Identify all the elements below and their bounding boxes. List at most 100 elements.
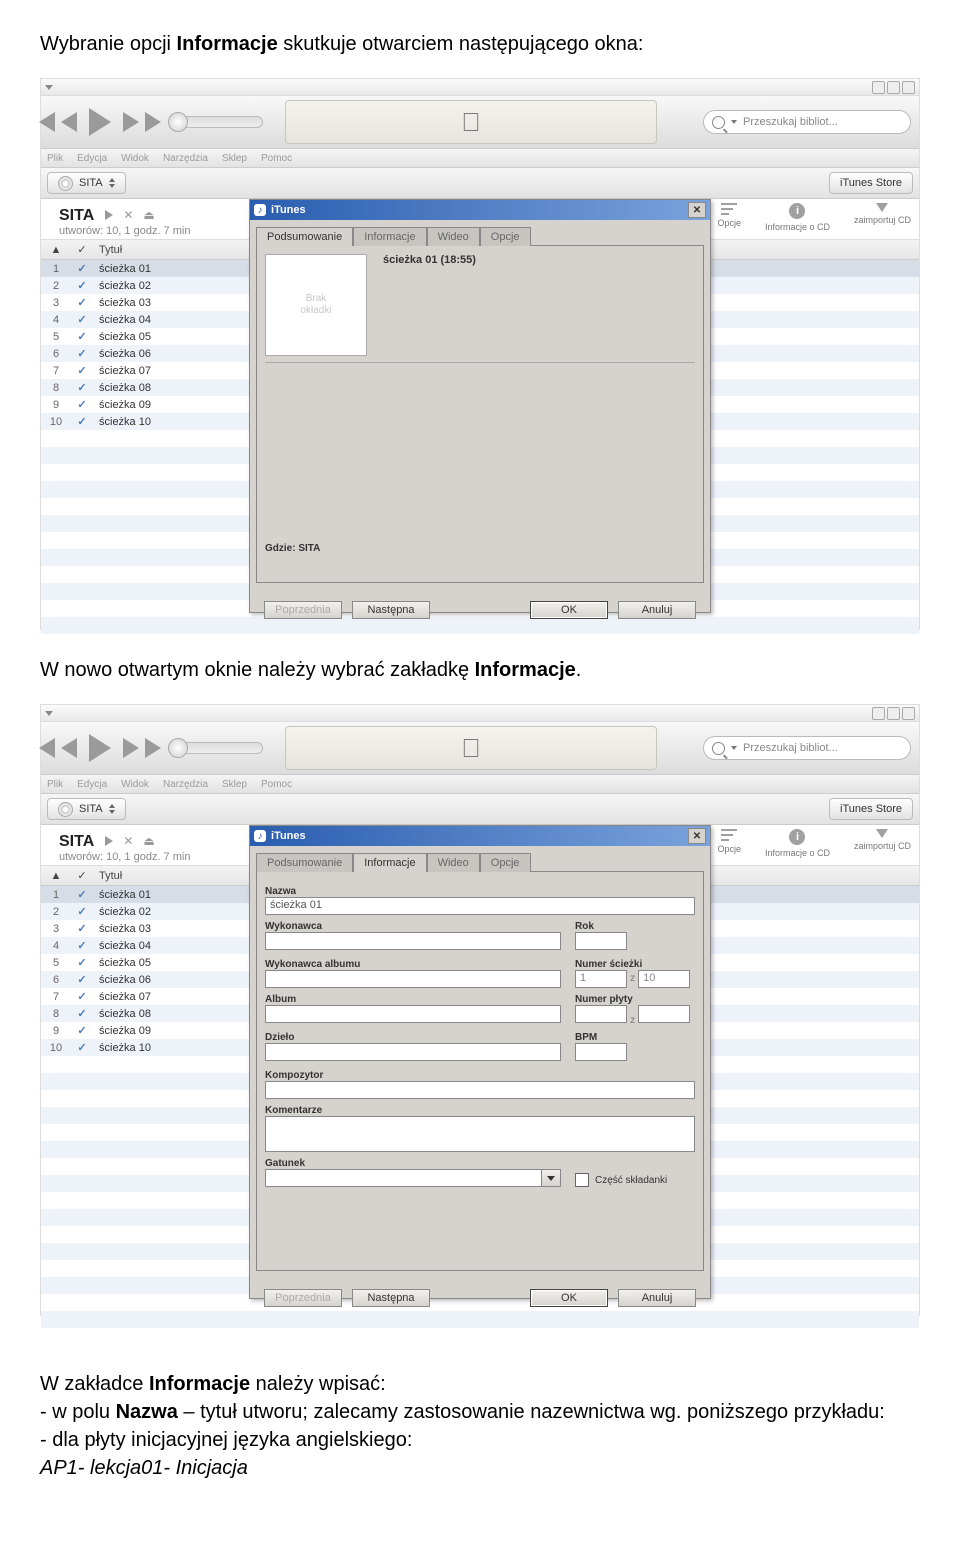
tab-wideo[interactable]: Wideo <box>427 853 480 872</box>
window-menu-caret[interactable] <box>45 85 53 90</box>
tab-opcje[interactable]: Opcje <box>480 227 531 246</box>
col-title[interactable]: Tytuł <box>93 244 122 256</box>
col-title[interactable]: Tytuł <box>93 870 122 882</box>
prev-track-button[interactable]: Poprzednia <box>264 1289 342 1307</box>
itunes-store-button[interactable]: iTunes Store <box>829 172 913 194</box>
next-track-button[interactable]: Następna <box>352 1289 430 1307</box>
maximize-button[interactable] <box>887 81 900 94</box>
menu-sklep[interactable]: Sklep <box>222 779 247 790</box>
search-input[interactable]: Przeszukaj bibliot... <box>703 736 911 760</box>
menu-narzedzia[interactable]: Narzędzia <box>163 153 208 164</box>
play-button[interactable] <box>89 734 111 762</box>
minimize-button[interactable] <box>872 707 885 720</box>
menu-pomoc[interactable]: Pomoc <box>261 153 292 164</box>
dialog-tabs: Podsumowanie Informacje Wideo Opcje <box>250 220 710 245</box>
tab-panel-summary: Brak okładki ścieżka 01 (18:55) Gdzie: S… <box>256 245 704 583</box>
menu-narzedzia[interactable]: Narzędzia <box>163 779 208 790</box>
maximize-button[interactable] <box>887 707 900 720</box>
cancel-button[interactable]: Anuluj <box>618 601 696 619</box>
menu-edycja[interactable]: Edycja <box>77 779 107 790</box>
input-album[interactable] <box>265 1005 561 1023</box>
input-bpm[interactable] <box>575 1043 627 1061</box>
input-wykonawca[interactable] <box>265 932 561 950</box>
tab-opcje[interactable]: Opcje <box>480 853 531 872</box>
player-bar:  Przeszukaj bibliot... <box>41 96 919 149</box>
close-button[interactable] <box>902 707 915 720</box>
label-bpm: BPM <box>575 1032 695 1043</box>
window-menu-caret[interactable] <box>45 711 53 716</box>
input-komentarze[interactable] <box>265 1116 695 1152</box>
volume-slider[interactable] <box>169 116 263 128</box>
tab-informacje[interactable]: Informacje <box>353 853 426 872</box>
chevron-down-icon <box>547 1176 555 1181</box>
prev-track-button[interactable]: Poprzednia <box>264 601 342 619</box>
menu-widok[interactable]: Widok <box>121 779 149 790</box>
dialog-tabs: Podsumowanie Informacje Wideo Opcje <box>250 846 710 871</box>
itunes-store-button[interactable]: iTunes Store <box>829 798 913 820</box>
menu-sklep[interactable]: Sklep <box>222 153 247 164</box>
tab-podsumowanie[interactable]: Podsumowanie <box>256 853 353 872</box>
cd-icon <box>58 176 73 191</box>
input-nazwa[interactable]: ścieżka 01 <box>265 897 695 915</box>
input-track-num[interactable]: 1 <box>575 970 627 988</box>
player-bar:  Przeszukaj bibliot... <box>41 722 919 775</box>
minimize-button[interactable] <box>872 81 885 94</box>
next-button[interactable] <box>123 738 151 758</box>
label-gatunek: Gatunek <box>265 1158 561 1169</box>
input-track-total[interactable]: 10 <box>638 970 690 988</box>
play-button[interactable] <box>89 108 111 136</box>
dialog-buttons: Poprzednia Następna OK Anuluj <box>250 591 710 629</box>
import-icon[interactable] <box>876 203 888 212</box>
shuffle-icon[interactable]: ✕ <box>123 834 133 848</box>
col-sort[interactable]: ▲ <box>41 870 71 882</box>
source-selector[interactable]: SITA <box>47 172 126 194</box>
ok-button[interactable]: OK <box>530 601 608 619</box>
options-icon[interactable] <box>721 829 737 841</box>
label-wykonawca-albumu: Wykonawca albumu <box>265 959 561 970</box>
gatunek-dropdown-button[interactable] <box>542 1169 561 1187</box>
dialog-titlebar[interactable]: ♪iTunes ✕ <box>250 826 710 846</box>
close-button[interactable] <box>902 81 915 94</box>
volume-slider[interactable] <box>169 742 263 754</box>
tab-informacje[interactable]: Informacje <box>353 227 426 246</box>
search-input[interactable]: Przeszukaj bibliot... <box>703 110 911 134</box>
input-gatunek[interactable] <box>265 1169 561 1187</box>
checkbox-skladanka[interactable] <box>575 1173 589 1187</box>
menu-pomoc[interactable]: Pomoc <box>261 779 292 790</box>
menu-plik[interactable]: Plik <box>47 779 63 790</box>
input-dzielo[interactable] <box>265 1043 561 1061</box>
menu-plik[interactable]: Plik <box>47 153 63 164</box>
col-sort[interactable]: ▲ <box>41 244 71 256</box>
play-all-icon[interactable] <box>105 210 113 220</box>
col-check[interactable]: ✓ <box>71 869 93 882</box>
eject-icon[interactable]: ⏏ <box>143 208 154 222</box>
input-kompozytor[interactable] <box>265 1081 695 1099</box>
input-rok[interactable] <box>575 932 627 950</box>
next-track-button[interactable]: Następna <box>352 601 430 619</box>
dialog-close-button[interactable]: ✕ <box>688 202 706 218</box>
shuffle-icon[interactable]: ✕ <box>123 208 133 222</box>
cancel-button[interactable]: Anuluj <box>618 1289 696 1307</box>
dialog-titlebar[interactable]: ♪iTunes ✕ <box>250 200 710 220</box>
dialog-close-button[interactable]: ✕ <box>688 828 706 844</box>
ok-button[interactable]: OK <box>530 1289 608 1307</box>
prev-button[interactable] <box>49 738 77 758</box>
input-wykonawca-albumu[interactable] <box>265 970 561 988</box>
info-icon[interactable]: i <box>789 829 805 845</box>
info-icon[interactable]: i <box>789 203 805 219</box>
tab-wideo[interactable]: Wideo <box>427 227 480 246</box>
input-disc-num[interactable] <box>575 1005 627 1023</box>
source-selector[interactable]: SITA <box>47 798 126 820</box>
next-button[interactable] <box>123 112 151 132</box>
menu-edycja[interactable]: Edycja <box>77 153 107 164</box>
tab-podsumowanie[interactable]: Podsumowanie <box>256 227 353 246</box>
lcd-display:  <box>285 726 657 770</box>
eject-icon[interactable]: ⏏ <box>143 834 154 848</box>
options-icon[interactable] <box>721 203 737 215</box>
import-icon[interactable] <box>876 829 888 838</box>
col-check[interactable]: ✓ <box>71 243 93 256</box>
input-disc-total[interactable] <box>638 1005 690 1023</box>
menu-widok[interactable]: Widok <box>121 153 149 164</box>
play-all-icon[interactable] <box>105 836 113 846</box>
prev-button[interactable] <box>49 112 77 132</box>
